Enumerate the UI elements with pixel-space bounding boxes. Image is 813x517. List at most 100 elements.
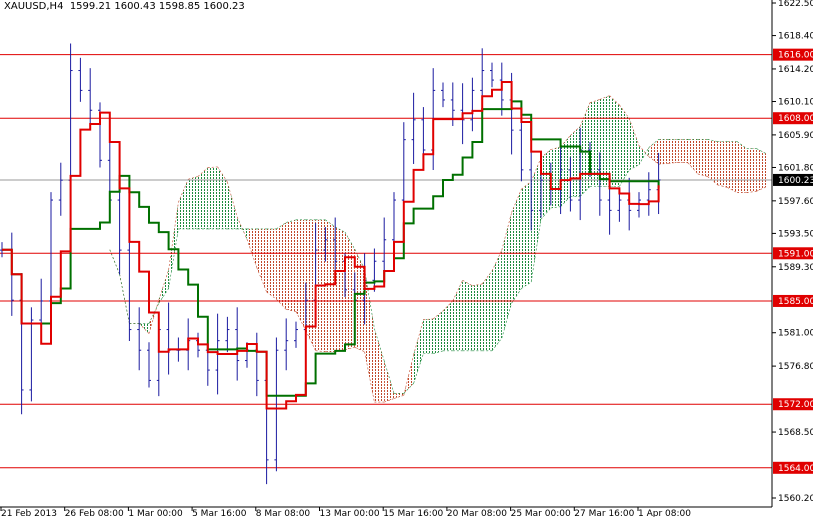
time-tick-label: 1 Apr 08:00 xyxy=(638,509,691,517)
time-tick-label: 13 Mar 00:00 xyxy=(320,509,380,517)
cloud-segment xyxy=(648,139,659,165)
candle xyxy=(235,307,240,381)
cloud-segment xyxy=(707,139,718,185)
candle xyxy=(147,342,151,388)
cloud-segment xyxy=(452,280,463,351)
level-label: 1564.00 xyxy=(778,464,813,474)
cloud-segment xyxy=(678,139,688,163)
cloud-segment xyxy=(570,126,581,197)
cloud-segment xyxy=(531,157,541,283)
cloud-segment xyxy=(688,139,698,174)
cloud-segment xyxy=(501,212,512,339)
symbol-label: XAUUSD,H4 xyxy=(4,1,64,12)
price-tick-label: 1589.30 xyxy=(778,263,813,273)
cloud-segment xyxy=(227,182,238,229)
candle xyxy=(49,192,53,309)
level-label: 1608.00 xyxy=(778,114,813,124)
cloud-segment xyxy=(305,219,316,351)
cloud-segment xyxy=(256,228,267,292)
price-tick-label: 1605.90 xyxy=(778,131,813,141)
cloud-segment xyxy=(482,270,492,351)
cloud-segment xyxy=(619,104,630,187)
senkou-span-b-line xyxy=(119,274,130,324)
price-tick-label: 1581.00 xyxy=(778,329,813,339)
candle xyxy=(284,318,289,371)
cloud-segment xyxy=(374,328,385,403)
cloud-segment xyxy=(737,141,747,193)
cloud-segment xyxy=(717,141,728,188)
cloud-segment xyxy=(443,300,453,351)
candle xyxy=(78,57,83,102)
cloud-segment xyxy=(472,283,483,351)
candle xyxy=(29,307,34,402)
time-tick-label: 8 Mar 08:00 xyxy=(256,509,311,517)
cloud-segment xyxy=(511,189,522,304)
candle xyxy=(88,68,93,131)
cloud-segment xyxy=(198,167,208,229)
cloud-segment xyxy=(384,360,394,403)
time-tick-label: 1 Mar 00:00 xyxy=(128,509,183,517)
cloud-segment xyxy=(462,280,473,351)
cloud-segment xyxy=(423,318,434,354)
price-tick-label: 1568.50 xyxy=(778,428,813,438)
level-label: 1572.00 xyxy=(778,400,813,410)
cloud-segment xyxy=(188,176,198,229)
cloud-segment xyxy=(609,95,620,187)
candle xyxy=(294,321,298,348)
candle xyxy=(225,316,230,353)
candle xyxy=(421,107,426,162)
cloud-segment xyxy=(158,269,169,304)
price-chart[interactable]: 1622.50 1618.40 1614.20 1610.10 1605.90 1601.… xyxy=(0,0,813,517)
price-tick-label: 1610.10 xyxy=(778,98,813,108)
cloud-segment xyxy=(178,179,189,229)
level-label: 1616.00 xyxy=(778,51,813,61)
cloud-segment xyxy=(413,319,424,384)
cloud-segment xyxy=(756,148,767,192)
price-tick-label: 1622.50 xyxy=(778,0,813,9)
time-axis: 21 Feb 2013 26 Feb 08:00 1 Mar 00:00 5 Mar … xyxy=(0,507,691,517)
price-axis: 1622.50 1618.40 1614.20 1610.10 1605.90 1601.… xyxy=(772,0,813,504)
cloud-segment xyxy=(433,310,443,354)
candle xyxy=(254,332,259,397)
price-tick-label: 1593.50 xyxy=(778,229,813,239)
cloud-segment xyxy=(217,166,228,229)
cloud-segment xyxy=(286,219,296,312)
cloud-segment xyxy=(335,226,345,352)
candle xyxy=(470,77,475,132)
level-label: 1585.00 xyxy=(778,297,813,307)
current-price-label: 1600.23 xyxy=(778,176,813,186)
price-tick-label: 1614.20 xyxy=(778,65,813,75)
cloud-segment xyxy=(521,181,532,289)
cloud-segment xyxy=(266,228,277,300)
cloud-segment xyxy=(296,219,306,331)
cloud-segment xyxy=(550,146,561,208)
cloud-segment xyxy=(276,222,287,310)
level-label: 1591.00 xyxy=(778,249,813,259)
time-tick-label: 15 Mar 16:00 xyxy=(383,509,443,517)
cloud-segment xyxy=(727,141,737,193)
price-tick-label: 1618.40 xyxy=(778,32,813,42)
candle xyxy=(392,192,396,247)
candle xyxy=(490,62,494,88)
cloud-segment xyxy=(247,228,257,268)
time-tick-label: 26 Feb 08:00 xyxy=(65,509,124,517)
senkou-span-a-line xyxy=(148,299,160,334)
cloud-segment xyxy=(139,323,149,334)
candle xyxy=(137,307,142,371)
cloud-segment xyxy=(746,148,757,193)
cloud-segment xyxy=(658,139,669,165)
time-tick-label: 25 Mar 00:00 xyxy=(511,509,571,517)
time-tick-label: 21 Feb 2013 xyxy=(1,509,57,517)
candle xyxy=(372,248,377,292)
horizontal-levels xyxy=(0,54,772,469)
cloud-segment xyxy=(168,202,179,289)
cloud-segment xyxy=(541,149,551,220)
cloud-segment xyxy=(668,139,679,164)
candle xyxy=(646,172,651,216)
candle xyxy=(166,302,171,375)
candle xyxy=(411,92,416,164)
time-tick-label: 27 Mar 16:00 xyxy=(574,509,634,517)
time-tick-label: 20 Mar 08:00 xyxy=(447,509,507,517)
price-tick-label: 1601.80 xyxy=(778,163,813,173)
candle xyxy=(519,117,524,182)
